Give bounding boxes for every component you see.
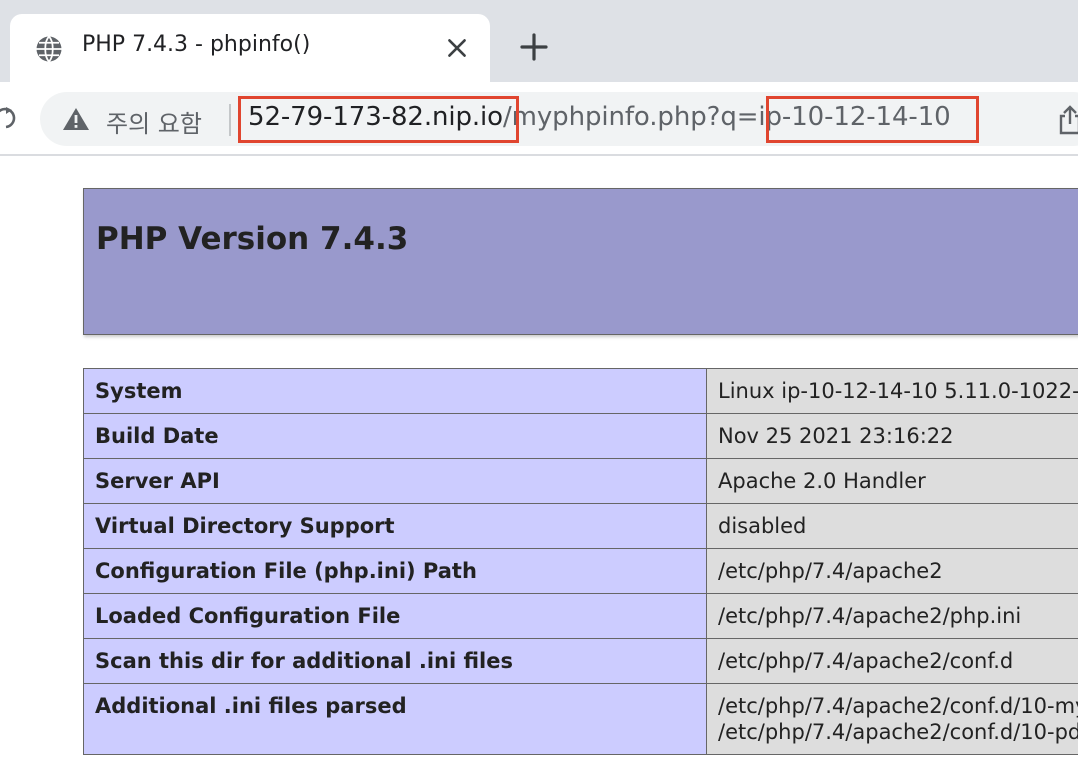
reload-icon[interactable] [0, 104, 16, 132]
row-value: /etc/php/7.4/apache2 [706, 548, 1078, 594]
url-host: 52-79-173-82.nip.io [248, 102, 503, 132]
table-row: Loaded Configuration File/etc/php/7.4/ap… [83, 593, 1078, 639]
url-path: /myphpinfo.php?q=ip-10-12-14-10 [503, 102, 951, 132]
row-value: Nov 25 2021 23:16:22 [706, 413, 1078, 459]
tab-title: PHP 7.4.3 - phpinfo() [82, 32, 311, 57]
row-key: Loaded Configuration File [83, 593, 707, 639]
phpinfo-table: System Linux ip-10-12-14-10 5.11.0-1022-a… [83, 368, 1078, 755]
table-row: Additional .ini files parsed/etc/php/7.4… [83, 683, 1078, 755]
row-key: Build Date [83, 413, 707, 459]
row-value: /etc/php/7.4/apache2/conf.d [706, 638, 1078, 684]
close-icon[interactable] [444, 35, 470, 61]
omnibox-divider [229, 104, 231, 136]
page-title: PHP Version 7.4.3 [96, 221, 409, 257]
row-key: Scan this dir for additional .ini files [83, 638, 707, 684]
address-bar[interactable]: 주의 요함 52-79-173-82.nip.io/myphpinfo.php?… [40, 92, 1078, 146]
browser-toolbar: 주의 요함 52-79-173-82.nip.io/myphpinfo.php?… [0, 82, 1078, 156]
row-value: Apache 2.0 Handler [706, 458, 1078, 504]
row-value: Linux ip-10-12-14-10 5.11.0-1022-aw [706, 368, 1078, 414]
table-row: Server API Apache 2.0 Handler [83, 458, 1078, 504]
url-text[interactable]: 52-79-173-82.nip.io/myphpinfo.php?q=ip-1… [248, 102, 951, 132]
row-value-line: /etc/php/7.4/apache2/conf.d/10-pdo [718, 720, 1078, 744]
row-key: Configuration File (php.ini) Path [83, 548, 707, 594]
warning-triangle-icon[interactable] [62, 106, 90, 132]
row-key: Virtual Directory Support [83, 503, 707, 549]
row-key: System [83, 368, 707, 414]
plus-icon[interactable] [518, 31, 550, 63]
browser-tab[interactable]: PHP 7.4.3 - phpinfo() [10, 14, 490, 82]
table-row: Configuration File (php.ini) Path/etc/ph… [83, 548, 1078, 594]
row-value-line: /etc/php/7.4/apache2/conf.d/10-my [718, 694, 1078, 718]
table-row: Scan this dir for additional .ini files /… [83, 638, 1078, 684]
row-value: /etc/php/7.4/apache2/php.ini [706, 593, 1078, 639]
row-value: /etc/php/7.4/apache2/conf.d/10-my/etc/ph… [706, 683, 1078, 755]
table-row: Build Date Nov 25 2021 23:16:22 [83, 413, 1078, 459]
globe-icon [36, 35, 62, 63]
table-row: System Linux ip-10-12-14-10 5.11.0-1022-a… [83, 368, 1078, 414]
row-value: disabled [706, 503, 1078, 549]
row-key: Additional .ini files parsed [83, 683, 707, 755]
page-content: PHP Version 7.4.3 System Linux ip-10-12-1… [0, 158, 1078, 768]
security-status-label[interactable]: 주의 요함 [106, 104, 202, 139]
tab-strip: PHP 7.4.3 - phpinfo() [0, 0, 1078, 82]
table-row: Virtual Directory Support disabled [83, 503, 1078, 549]
phpinfo-header: PHP Version 7.4.3 [83, 188, 1078, 335]
share-icon[interactable] [1056, 105, 1078, 135]
row-key: Server API [83, 458, 707, 504]
